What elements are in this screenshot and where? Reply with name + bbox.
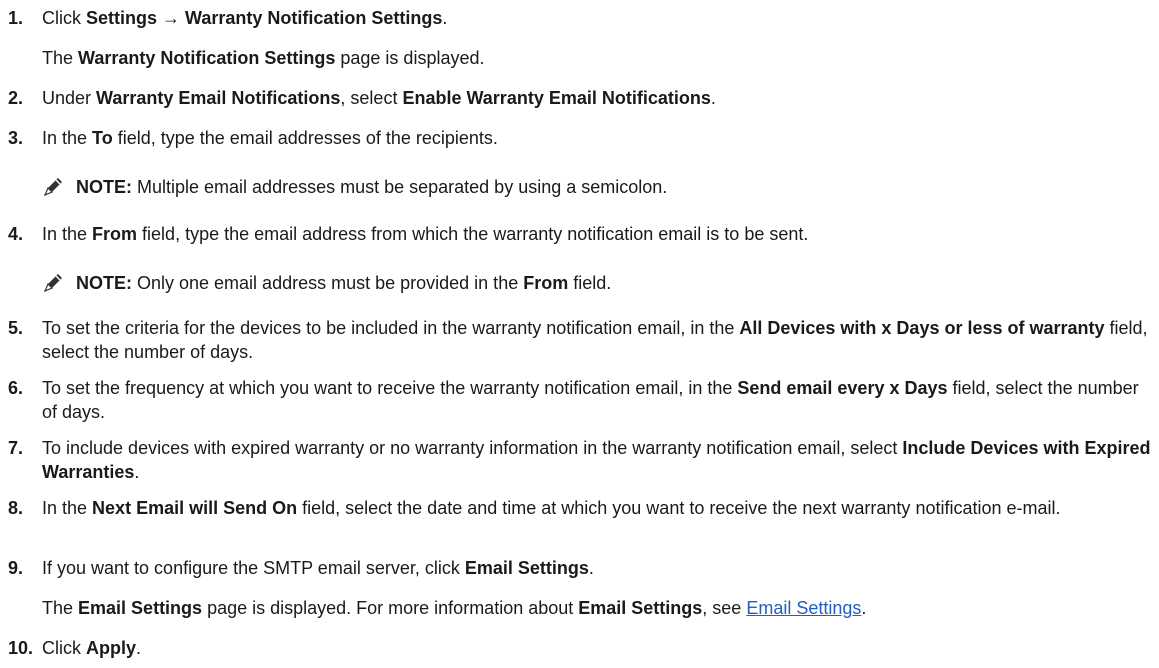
step-text: If you want to configure the SMTP email … (42, 558, 594, 578)
step-text: To set the criteria for the devices to b… (42, 318, 1148, 362)
step-number: 2. (8, 88, 24, 108)
step-text: In the To field, type the email addresse… (42, 128, 498, 148)
step-number: 4. (8, 224, 24, 244)
pencil-note-icon (43, 178, 62, 197)
step-text: To include devices with expired warranty… (42, 438, 1151, 482)
step-number: 5. (8, 318, 24, 338)
step-text: In the Next Email will Send On field, se… (42, 498, 1061, 518)
step-text: In the From field, type the email addres… (42, 224, 809, 244)
step-text: Click Settings → Warranty Notification S… (42, 8, 448, 28)
step-number: 6. (8, 378, 24, 398)
step-number: 3. (8, 128, 24, 148)
step-text: To set the frequency at which you want t… (42, 378, 1139, 422)
step-text: Click Apply. (42, 638, 142, 658)
pencil-note-icon (43, 274, 62, 293)
step-number: 7. (8, 438, 24, 458)
note-4: NOTE: Only one email address must be pro… (42, 270, 611, 295)
step-text: Under Warranty Email Notifications, sele… (42, 88, 716, 108)
email-settings-link[interactable]: Email Settings (746, 598, 861, 618)
step-number: 10. (8, 638, 34, 658)
step-number: 1. (8, 8, 24, 28)
step-number: 9. (8, 558, 24, 578)
step-number: 8. (8, 498, 24, 518)
step-9-result: The Email Settings page is displayed. Fo… (42, 598, 867, 618)
step-1-result: The Warranty Notification Settings page … (42, 48, 485, 68)
note-3: NOTE: Multiple email addresses must be s… (42, 174, 667, 199)
document-page: 1. Click Settings → Warranty Notificatio… (0, 0, 1159, 668)
